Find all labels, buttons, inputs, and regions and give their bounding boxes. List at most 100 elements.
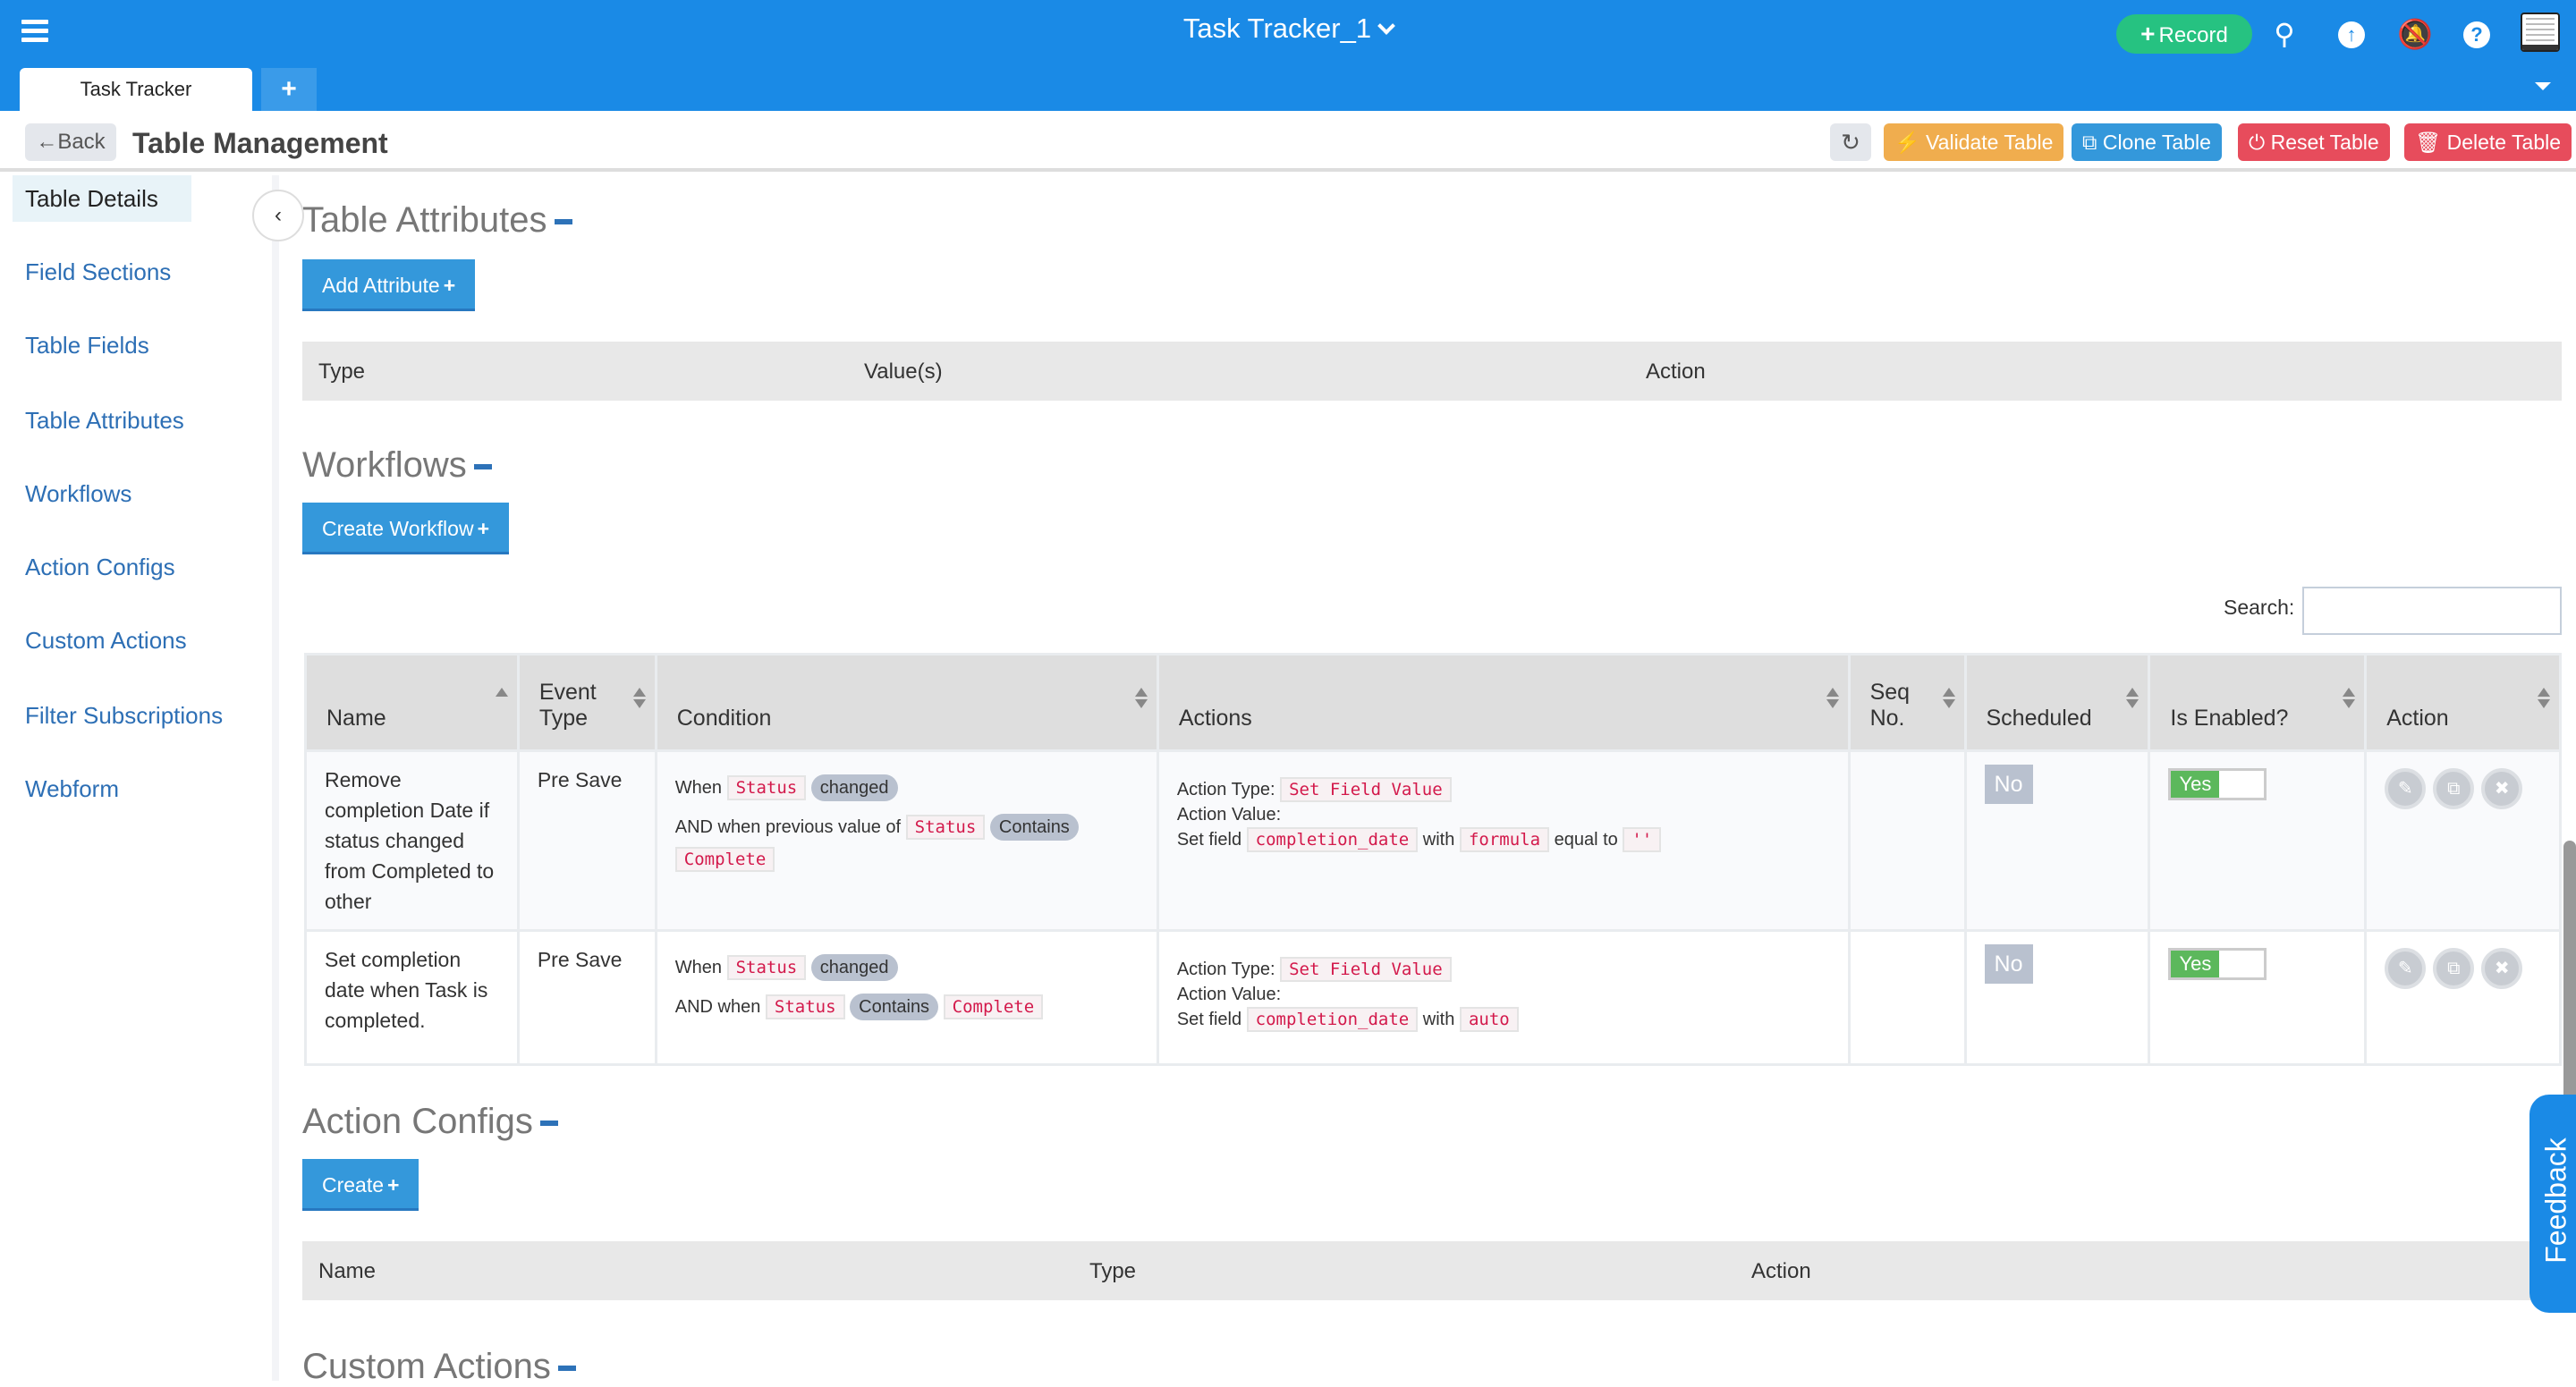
- column-header-type: Type: [318, 359, 366, 384]
- toggle-label: Yes: [2171, 771, 2220, 798]
- add-record-button[interactable]: + Record: [2116, 14, 2252, 54]
- reset-table-button[interactable]: ⏻ Reset Table: [2238, 123, 2390, 161]
- bolt-icon: ⚡: [1894, 131, 1920, 154]
- condition-operator: Contains: [850, 994, 939, 1020]
- column-header-is-enabled[interactable]: Is Enabled?: [2148, 653, 2368, 752]
- workflow-seq-no: [1847, 749, 1967, 932]
- sort-asc-icon: [495, 688, 508, 699]
- create-label: Create: [322, 1173, 385, 1197]
- table-attributes-title-text: Table Attributes: [302, 200, 547, 240]
- collapse-section-icon[interactable]: [539, 1121, 558, 1127]
- action-value-label: Action Value:: [1176, 805, 1282, 825]
- column-header-scheduled[interactable]: Scheduled: [1963, 653, 2151, 752]
- condition-text: AND when: [674, 997, 761, 1017]
- tabs-dropdown-icon[interactable]: [2535, 82, 2551, 90]
- edit-icon[interactable]: ✎: [2385, 768, 2427, 809]
- notifications-off-icon[interactable]: 🔕: [2397, 18, 2433, 50]
- workflows-title-text: Workflows: [302, 445, 467, 485]
- feedback-button[interactable]: Feedback: [2529, 1095, 2576, 1313]
- action-field: completion_date: [1246, 1007, 1419, 1032]
- enabled-toggle[interactable]: Yes: [2168, 948, 2267, 980]
- workflows-table: Name Event Type Condition Actions Seq No…: [304, 653, 2562, 1066]
- create-workflow-button[interactable]: Create Workflow +: [302, 503, 510, 554]
- column-header-values: Value(s): [864, 359, 943, 384]
- action-text: Set field: [1176, 830, 1242, 850]
- sidebar-item-workflows[interactable]: Workflows: [13, 470, 191, 517]
- condition-operator: changed: [810, 774, 898, 801]
- collapse-section-icon[interactable]: [557, 1366, 576, 1372]
- page-title: Table Management: [132, 127, 388, 159]
- copy-icon[interactable]: ⧉: [2433, 768, 2475, 809]
- copy-icon[interactable]: ⧉: [2433, 948, 2475, 989]
- action-configs-title-text: Action Configs: [302, 1102, 533, 1141]
- action-text: with: [1422, 830, 1455, 850]
- column-header-name[interactable]: Name: [304, 653, 520, 752]
- header-label: Event Type: [538, 680, 597, 731]
- sidebar-item-webform[interactable]: Webform: [13, 765, 191, 812]
- add-tab-button[interactable]: +: [261, 68, 317, 111]
- edit-icon[interactable]: ✎: [2385, 948, 2427, 989]
- header-label: Condition: [676, 706, 772, 731]
- header-label: Seq No.: [1869, 680, 1911, 731]
- workflow-enabled: Yes: [2148, 929, 2368, 1066]
- sidebar-item-table-fields[interactable]: Table Fields: [13, 322, 191, 368]
- workflow-scheduled: No: [1963, 749, 2151, 932]
- back-button[interactable]: ←Back: [25, 123, 116, 161]
- column-header-action[interactable]: Action: [2364, 653, 2562, 752]
- clone-table-button[interactable]: ⧉ Clone Table: [2072, 123, 2222, 161]
- delete-icon[interactable]: ✖: [2481, 768, 2523, 809]
- top-bar: Task Tracker_1 + Record ⚲ ↑ 🔕 ? Task Trac…: [0, 0, 2576, 111]
- user-avatar-thumbnail[interactable]: [2521, 13, 2560, 52]
- sidebar-item-field-sections[interactable]: Field Sections: [13, 249, 191, 295]
- condition-text: AND when previous value of: [674, 817, 902, 837]
- validate-label: Validate Table: [1926, 131, 2054, 154]
- column-header-seq-no[interactable]: Seq No.: [1847, 653, 1967, 752]
- delete-icon[interactable]: ✖: [2481, 948, 2523, 989]
- sidebar-item-custom-actions[interactable]: Custom Actions: [13, 617, 191, 664]
- upload-icon[interactable]: ↑: [2338, 21, 2365, 48]
- column-header-condition[interactable]: Condition: [654, 653, 1159, 752]
- column-header-event-type[interactable]: Event Type: [516, 653, 657, 752]
- collapse-sidebar-button[interactable]: ‹: [252, 190, 304, 241]
- action-field: completion_date: [1246, 827, 1419, 852]
- reset-label: Reset Table: [2270, 131, 2379, 154]
- sidebar-item-action-configs[interactable]: Action Configs: [13, 544, 191, 590]
- back-label: Back: [57, 130, 106, 154]
- search-icon[interactable]: ⚲: [2268, 18, 2301, 50]
- sidebar-item-filter-subscriptions[interactable]: Filter Subscriptions: [13, 692, 272, 739]
- header-label: Is Enabled?: [2170, 706, 2289, 731]
- validate-table-button[interactable]: ⚡ Validate Table: [1884, 123, 2064, 161]
- main-content: Table Attributes Add Attribute + Type Val…: [302, 175, 2562, 1386]
- header-label: Action: [2386, 706, 2449, 731]
- refresh-button[interactable]: ↻: [1830, 123, 1871, 161]
- help-icon[interactable]: ?: [2463, 21, 2490, 48]
- workflow-search-input[interactable]: [2302, 587, 2562, 635]
- action-text: with: [1422, 1010, 1455, 1029]
- header-label: Scheduled: [1986, 706, 2092, 731]
- delete-table-button[interactable]: 🗑 Delete Table: [2404, 123, 2572, 161]
- collapse-section-icon[interactable]: [473, 464, 492, 470]
- column-header-name: Name: [318, 1259, 377, 1283]
- section-title-table-attributes: Table Attributes: [302, 200, 572, 241]
- tab-task-tracker[interactable]: Task Tracker: [20, 68, 252, 111]
- sidebar-item-table-attributes[interactable]: Table Attributes: [13, 397, 191, 444]
- column-header-actions[interactable]: Actions: [1156, 653, 1851, 752]
- action-type-value: Set Field Value: [1280, 777, 1452, 802]
- create-action-config-button[interactable]: Create +: [302, 1159, 419, 1211]
- condition-field: Status: [765, 994, 845, 1019]
- condition-text: When: [674, 778, 722, 798]
- section-title-custom-actions: Custom Actions: [302, 1347, 576, 1387]
- workflow-row-actions: ✎ ⧉ ✖: [2364, 929, 2562, 1066]
- condition-value: Complete: [674, 847, 775, 872]
- sidebar-item-table-details[interactable]: Table Details: [13, 175, 191, 222]
- enabled-toggle[interactable]: Yes: [2168, 768, 2267, 800]
- sort-icon: [1826, 688, 1839, 708]
- action-type-label: Action Type:: [1176, 780, 1275, 799]
- arrow-left-icon: ←: [36, 130, 58, 154]
- collapse-section-icon[interactable]: [554, 219, 572, 225]
- copy-icon: ⧉: [2082, 131, 2097, 154]
- refresh-icon: ↻: [1841, 129, 1860, 156]
- workflow-seq-no: [1847, 929, 1967, 1066]
- add-attribute-button[interactable]: Add Attribute +: [302, 259, 476, 311]
- header-label: Name: [326, 706, 386, 731]
